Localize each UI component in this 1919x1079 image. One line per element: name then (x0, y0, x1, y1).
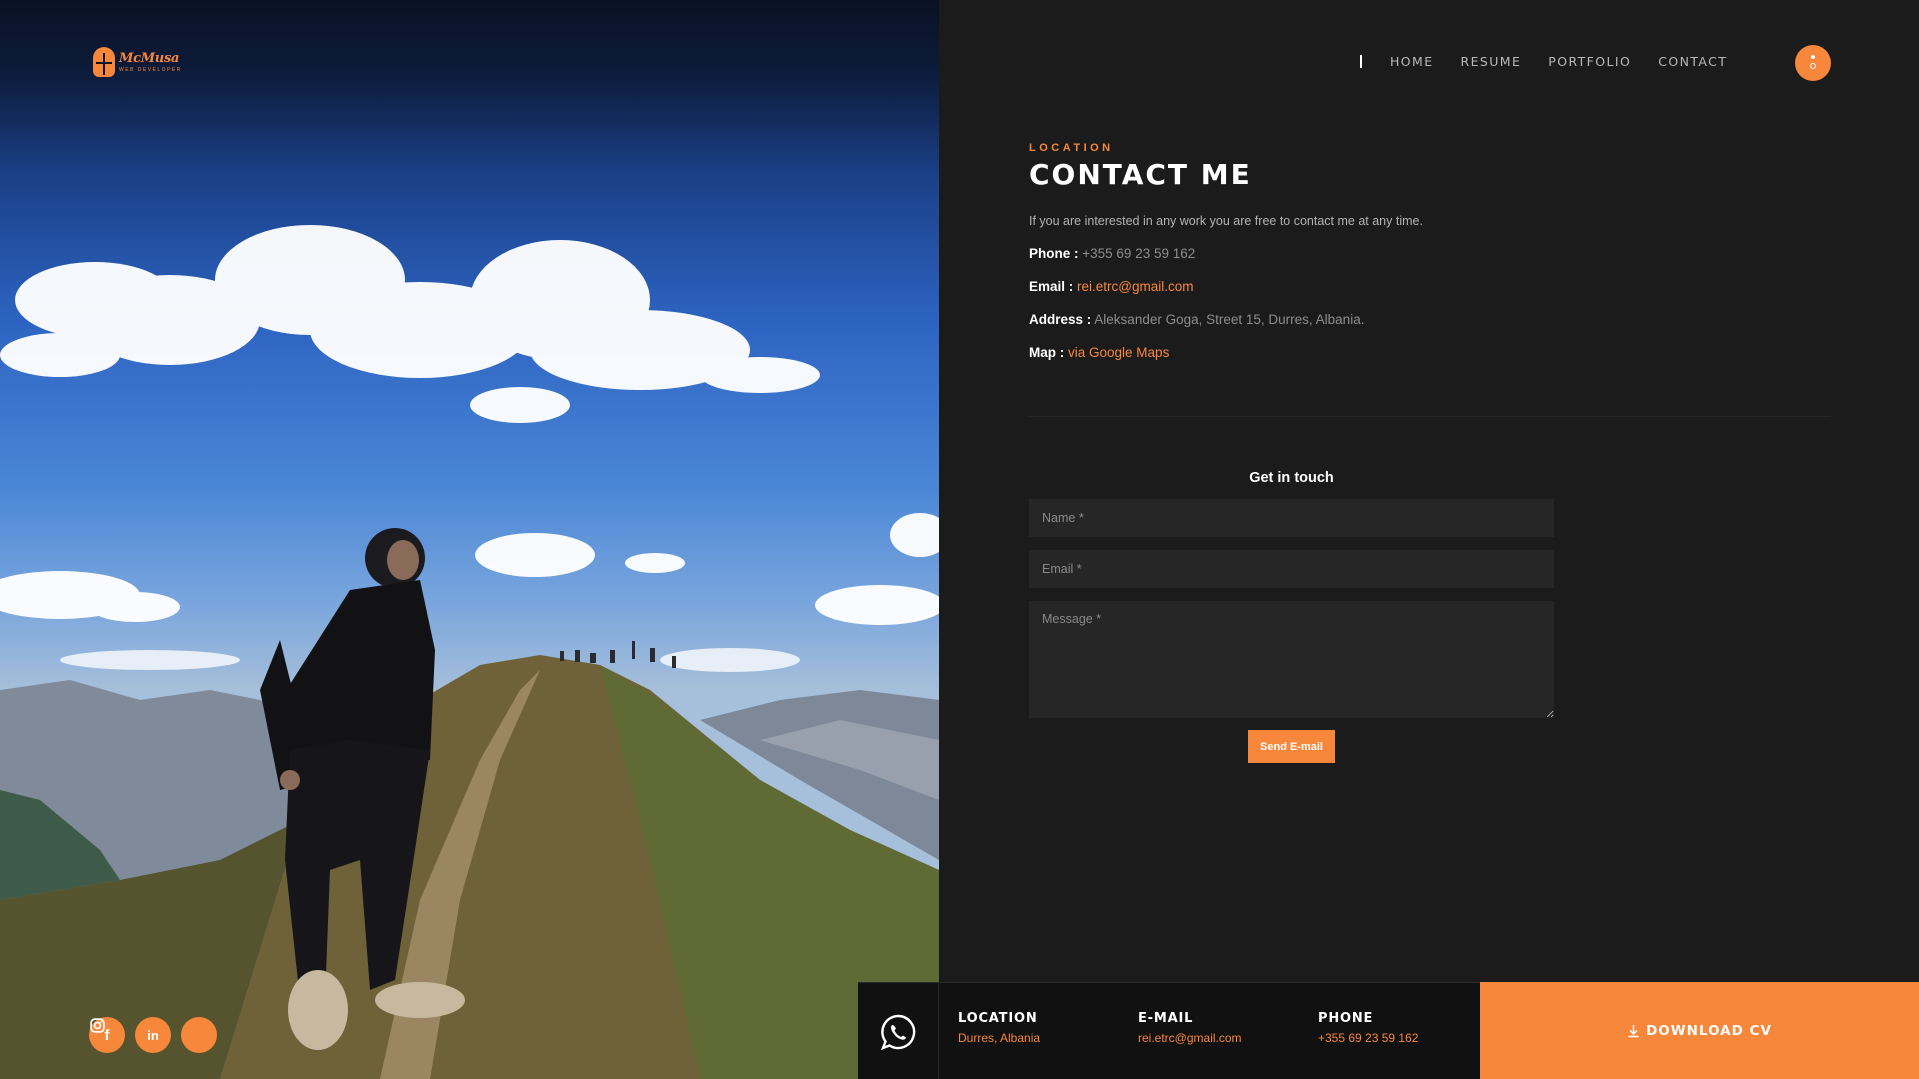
main-navigation: HOME RESUME PORTFOLIO CONTACT (1360, 54, 1754, 69)
footer-location-label: LOCATION (958, 1011, 1038, 1026)
form-title: Get in touch (1249, 470, 1334, 486)
clouds (0, 225, 939, 672)
section-divider (1029, 416, 1831, 417)
download-cv-button[interactable]: DOWNLOAD CV (1480, 982, 1919, 1079)
footer-email: E-MAIL rei.etrc@gmail.com (1138, 1011, 1242, 1045)
linkedin-glyph: in (147, 1027, 159, 1043)
whatsapp-icon[interactable] (858, 983, 939, 1079)
nav-portfolio[interactable]: PORTFOLIO (1548, 54, 1631, 69)
email-link[interactable]: rei.etrc@gmail.com (1077, 279, 1193, 294)
message-textarea[interactable] (1029, 601, 1554, 718)
email-row: Email : rei.etrc@gmail.com (1029, 279, 1831, 294)
nav-home[interactable]: HOME (1390, 54, 1434, 69)
contact-info-bar: LOCATION Durres, Albania E-MAIL rei.etrc… (858, 982, 1480, 1079)
instagram-icon[interactable] (90, 1017, 217, 1053)
footer-phone: PHONE +355 69 23 59 162 (1318, 1011, 1418, 1045)
nav-contact[interactable]: CONTACT (1658, 54, 1727, 69)
site-logo[interactable]: McMusa WEB DEVELOPER (93, 47, 182, 77)
map-label: Map : (1029, 345, 1065, 360)
contact-intro: If you are interested in any work you ar… (1029, 214, 1423, 228)
logo-tagline: WEB DEVELOPER (119, 67, 182, 73)
hero-photo: McMusa WEB DEVELOPER f in (0, 0, 939, 1079)
section-eyebrow: LOCATION (1029, 142, 1114, 154)
logo-name: McMusa (119, 51, 180, 66)
nav-resume[interactable]: RESUME (1461, 54, 1522, 69)
footer-email-value[interactable]: rei.etrc@gmail.com (1138, 1031, 1242, 1045)
phone-label: Phone : (1029, 246, 1079, 261)
map-row: Map : via Google Maps (1029, 345, 1831, 360)
address-row: Address : Aleksander Goga, Street 15, Du… (1029, 312, 1831, 327)
instagram-glyph (90, 1018, 105, 1033)
mountain-landscape-illustration (0, 225, 939, 1079)
nav-divider (1360, 55, 1362, 68)
footer-phone-value[interactable]: +355 69 23 59 162 (1318, 1031, 1418, 1045)
contact-form: Get in touch Send E-mail (1029, 470, 1554, 763)
address-label: Address : (1029, 312, 1092, 327)
social-links: f in (89, 1017, 217, 1053)
map-link[interactable]: via Google Maps (1068, 345, 1169, 360)
download-cv-label: DOWNLOAD CV (1646, 1022, 1772, 1039)
download-icon (1628, 1024, 1639, 1037)
phone-row: Phone : +355 69 23 59 162 (1029, 246, 1831, 261)
send-email-button[interactable]: Send E-mail (1248, 730, 1335, 763)
phone-value: +355 69 23 59 162 (1082, 246, 1196, 261)
linkedin-icon[interactable]: in (135, 1017, 171, 1053)
email-label: Email : (1029, 279, 1074, 294)
download-cv-content: DOWNLOAD CV (1627, 1023, 1772, 1039)
footer-email-label: E-MAIL (1138, 1011, 1194, 1026)
address-value: Aleksander Goga, Street 15, Durres, Alba… (1094, 312, 1365, 327)
page-title: CONTACT ME (1029, 158, 1252, 191)
footer-phone-label: PHONE (1318, 1011, 1374, 1026)
menu-toggle-button[interactable] (1795, 45, 1831, 81)
whatsapp-glyph (880, 1014, 916, 1050)
footer-location: LOCATION Durres, Albania (958, 1011, 1040, 1045)
logo-icon (93, 47, 115, 77)
name-input[interactable] (1029, 499, 1554, 537)
contact-section: LOCATION CONTACT ME If you are intereste… (1029, 142, 1831, 763)
footer-location-value: Durres, Albania (958, 1031, 1041, 1045)
email-input[interactable] (1029, 550, 1554, 588)
